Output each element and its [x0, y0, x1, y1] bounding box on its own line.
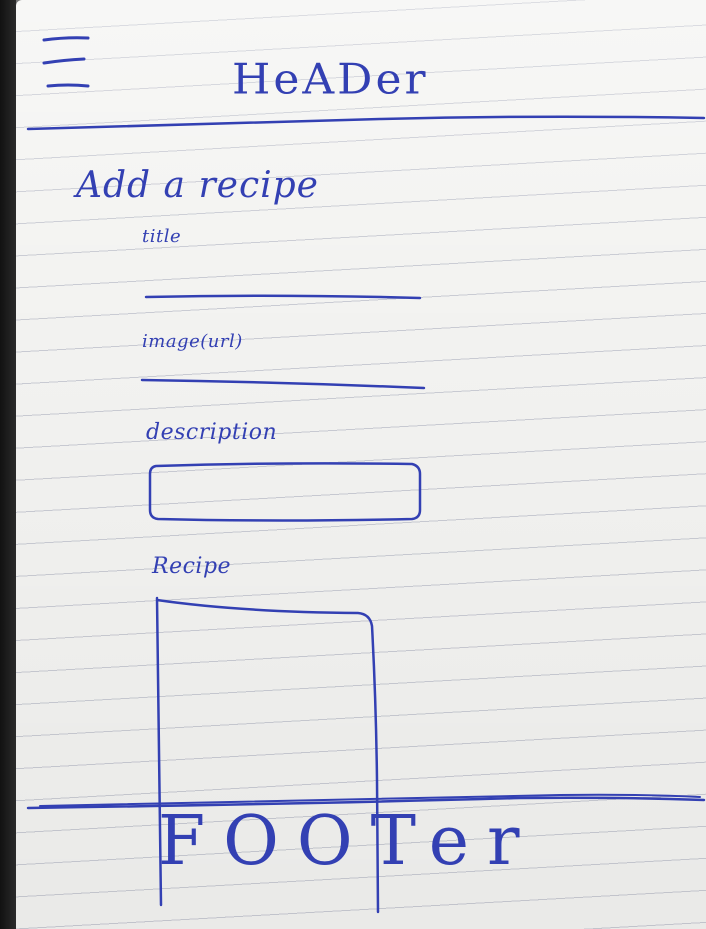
hamburger-menu-icon[interactable]	[42, 36, 90, 88]
header-divider	[26, 115, 706, 131]
title-field-label: title	[142, 226, 182, 247]
image-url-input-line[interactable]	[140, 378, 426, 390]
description-field-label: description	[146, 420, 278, 445]
image-url-field-label: image(url)	[142, 331, 243, 352]
footer-title: FOOTer	[158, 802, 538, 881]
description-input-box[interactable]	[148, 462, 422, 522]
header-title: HeADer	[232, 55, 429, 104]
page-title: Add a recipe	[76, 165, 319, 206]
title-input-line[interactable]	[144, 294, 422, 300]
recipe-field-label: Recipe	[152, 554, 232, 579]
sketch-strokes	[26, 36, 706, 914]
